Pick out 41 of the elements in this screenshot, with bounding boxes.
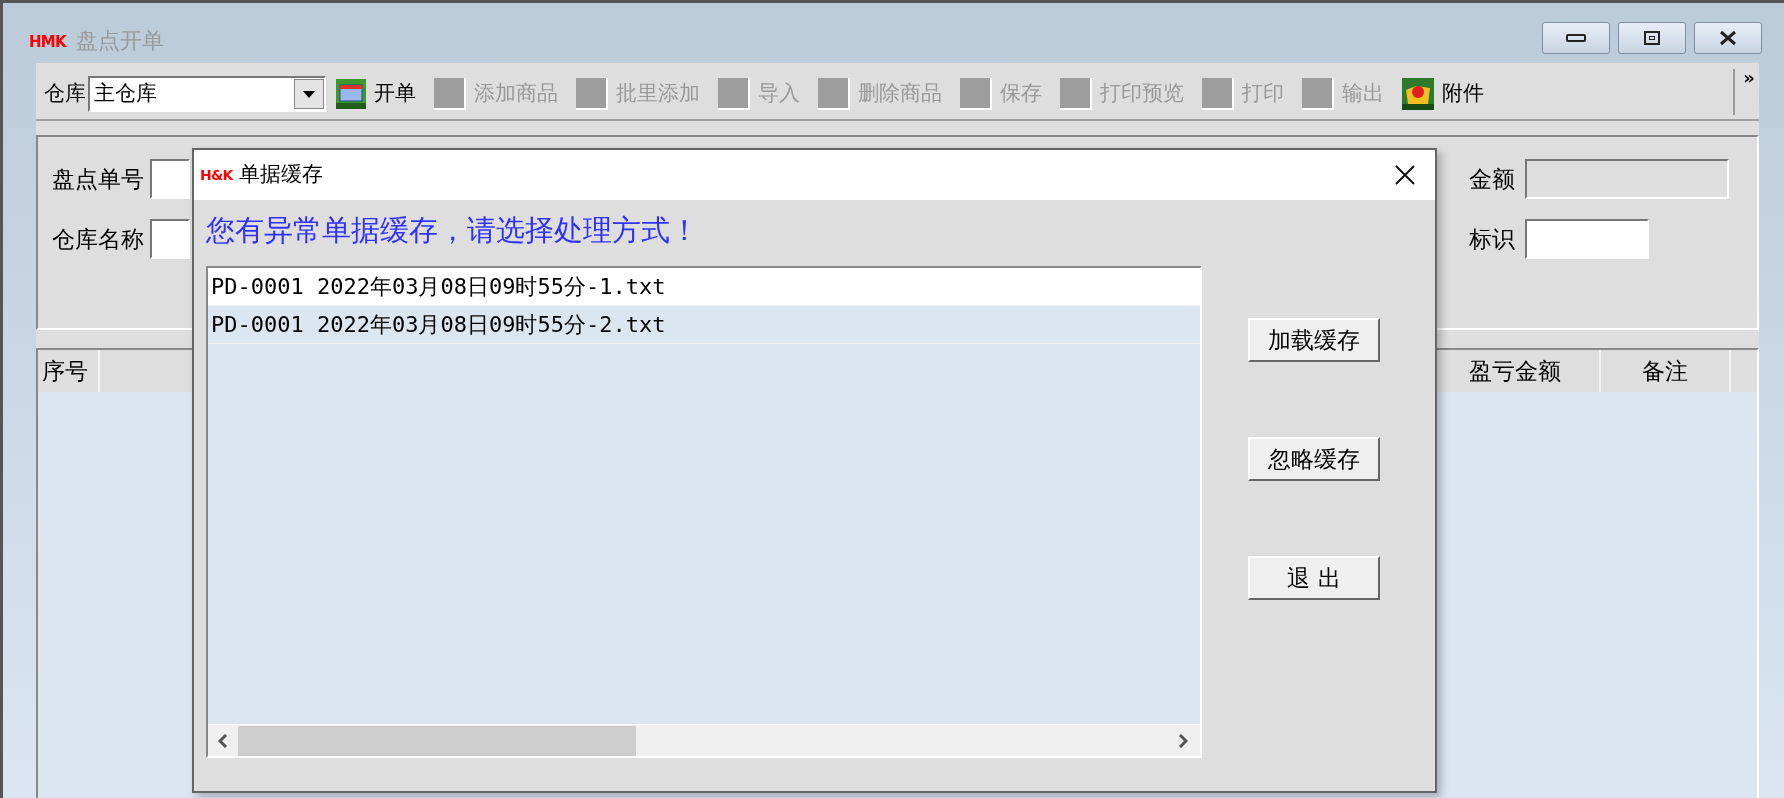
toolbar-button[interactable]: 开单: [336, 78, 416, 110]
column-header[interactable]: 序号: [38, 350, 100, 392]
placeholder-icon: [1060, 78, 1092, 110]
field-label: 盘点单号: [52, 164, 144, 194]
overflow-button[interactable]: »: [1733, 69, 1755, 115]
dialog-button[interactable]: 加载缓存: [1248, 318, 1380, 362]
field-label: 标识: [1468, 224, 1515, 254]
app-logo: HMK: [29, 31, 66, 53]
input-field[interactable]: [1525, 219, 1649, 259]
window-icon: [336, 79, 366, 109]
input-field[interactable]: [150, 219, 190, 259]
warehouse-dropdown[interactable]: 主仓库: [88, 76, 326, 112]
input-field[interactable]: [150, 159, 190, 199]
placeholder-icon: [434, 78, 466, 110]
placeholder-icon: [1302, 78, 1334, 110]
dialog-message: 您有异常单据缓存，请选择处理方式！: [205, 212, 700, 249]
column-header[interactable]: 备注: [1601, 350, 1731, 392]
field-label: 仓库名称: [52, 224, 144, 254]
folder-icon: [1402, 78, 1434, 110]
dialog-button[interactable]: 忽略缓存: [1248, 437, 1380, 481]
dialog-logo: H&K: [200, 165, 233, 185]
minimize-button[interactable]: [1542, 22, 1610, 54]
placeholder-icon: [718, 78, 750, 110]
horizontal-scrollbar[interactable]: [208, 724, 1200, 756]
placeholder-icon: [576, 78, 608, 110]
scrollbar-thumb[interactable]: [238, 725, 636, 756]
file-list-item[interactable]: PD-0001 2022年03月08日09时55分-1.txt: [208, 268, 1200, 306]
close-icon[interactable]: [1395, 165, 1415, 185]
dialog-button[interactable]: 退 出: [1248, 556, 1380, 600]
maximize-button[interactable]: [1618, 22, 1686, 54]
warehouse-label: 仓库: [44, 80, 86, 108]
placeholder-icon: [818, 78, 850, 110]
placeholder-icon: [1202, 78, 1234, 110]
close-button[interactable]: [1694, 22, 1762, 54]
toolbar-button[interactable]: 附件: [1402, 78, 1484, 110]
window-title: 盘点开单: [75, 27, 164, 55]
caret-icon: [303, 90, 315, 98]
dialog-title: 单据缓存: [238, 161, 323, 189]
close-icon: [1718, 30, 1738, 46]
placeholder-icon: [960, 78, 992, 110]
field-label: 金额: [1468, 164, 1515, 194]
